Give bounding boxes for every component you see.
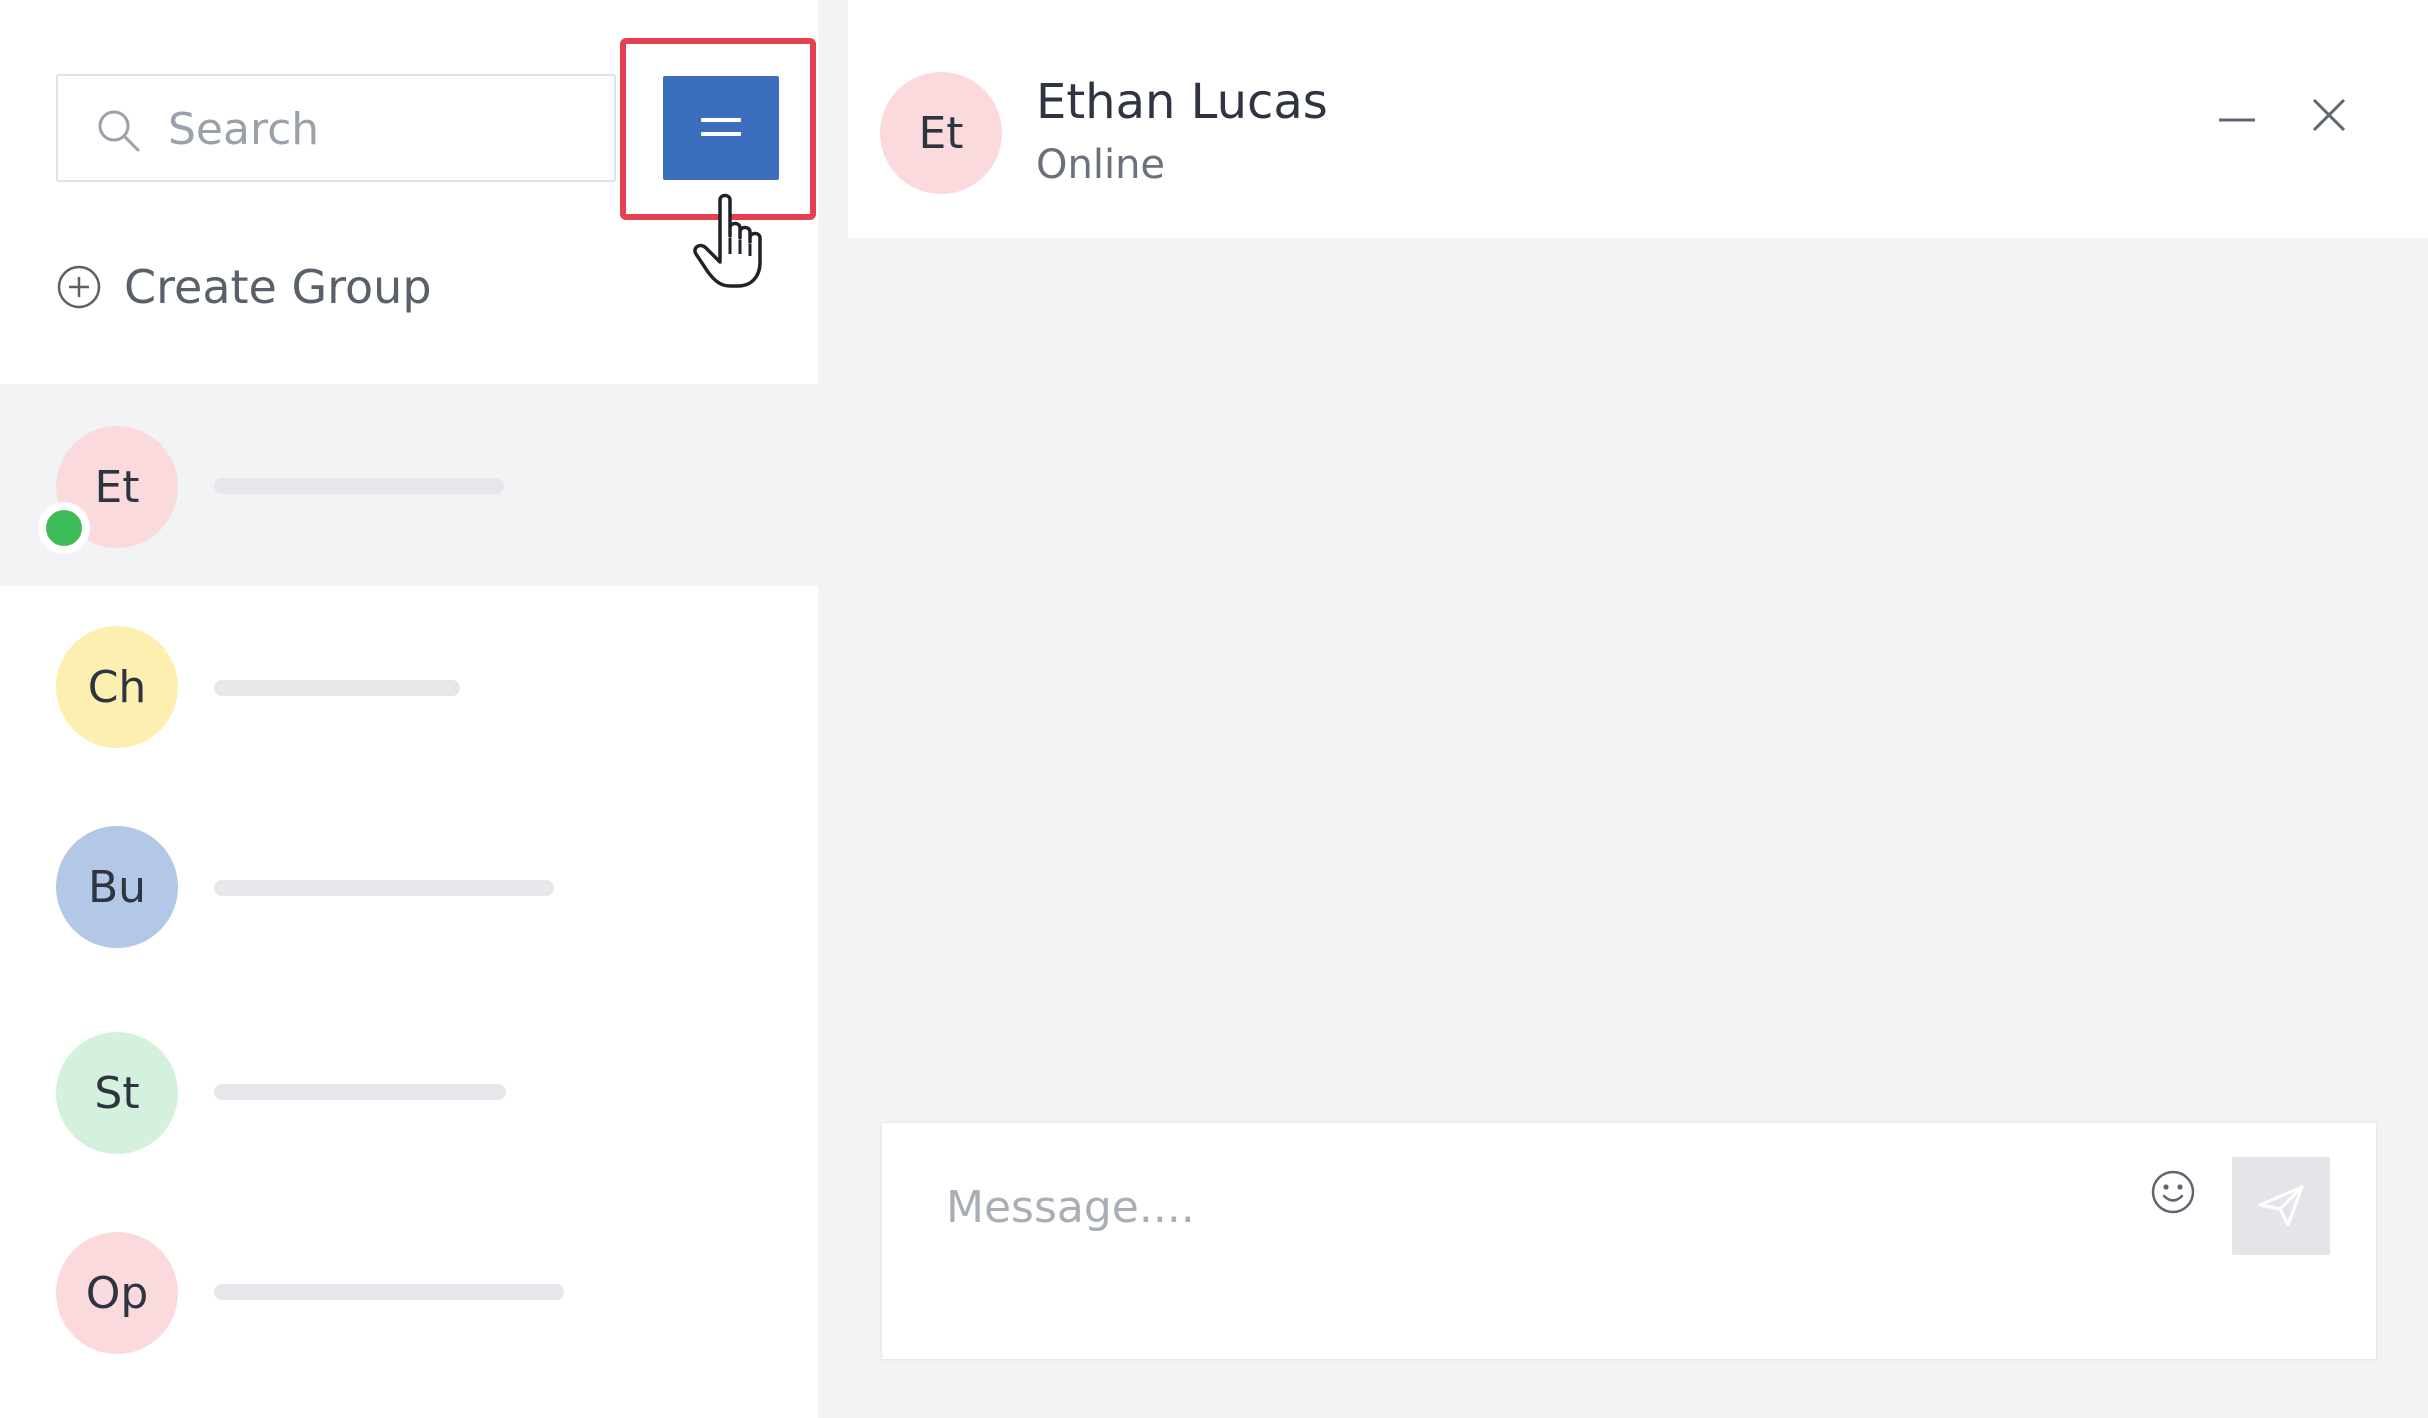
menu-button[interactable] [663, 76, 779, 180]
contact-name-placeholder [214, 1284, 564, 1300]
contact-list: Et Ch Bu St Op [0, 384, 818, 1418]
avatar: St [56, 1032, 178, 1154]
search-box[interactable] [56, 74, 616, 182]
paper-plane-icon [2258, 1185, 2304, 1227]
send-button[interactable] [2232, 1157, 2330, 1255]
avatar: Op [56, 1232, 178, 1354]
contact-name-placeholder [214, 478, 504, 494]
contact-name-placeholder [214, 680, 460, 696]
avatar: Et [880, 72, 1002, 194]
avatar: Ch [56, 626, 178, 748]
chat-panel: Et Ethan Lucas Online [818, 0, 2428, 1418]
message-composer [881, 1122, 2377, 1360]
contact-item-op[interactable]: Op [0, 1192, 818, 1394]
smiley-icon[interactable] [2148, 1167, 2198, 1217]
message-input[interactable] [946, 1167, 2046, 1247]
chat-app: Create Group Et Ch Bu St Op [0, 0, 2428, 1418]
hand-cursor-icon [693, 193, 762, 288]
avatar: Bu [56, 826, 178, 948]
contact-name-placeholder [214, 1084, 506, 1100]
chat-header: Et Ethan Lucas Online [848, 0, 2428, 238]
minus-icon[interactable] [2217, 96, 2257, 136]
create-group-button[interactable]: Create Group [56, 252, 432, 322]
contact-item-st[interactable]: St [0, 990, 818, 1192]
contact-item-ethan[interactable]: Et [0, 384, 818, 586]
contact-name: Ethan Lucas [1036, 74, 1328, 130]
create-group-label: Create Group [124, 260, 432, 314]
contact-item-ch[interactable]: Ch [0, 586, 818, 788]
contact-item-bu[interactable]: Bu [0, 788, 818, 990]
contact-status: Online [1036, 142, 1166, 188]
hamburger-menu-icon [701, 118, 741, 122]
search-icon [98, 110, 140, 152]
contact-name-placeholder [214, 880, 554, 896]
sidebar: Create Group Et Ch Bu St Op [0, 0, 818, 1418]
online-status-dot [38, 502, 90, 554]
search-input[interactable] [168, 94, 588, 164]
plus-circle-icon [57, 265, 101, 309]
close-icon[interactable] [2308, 96, 2348, 136]
